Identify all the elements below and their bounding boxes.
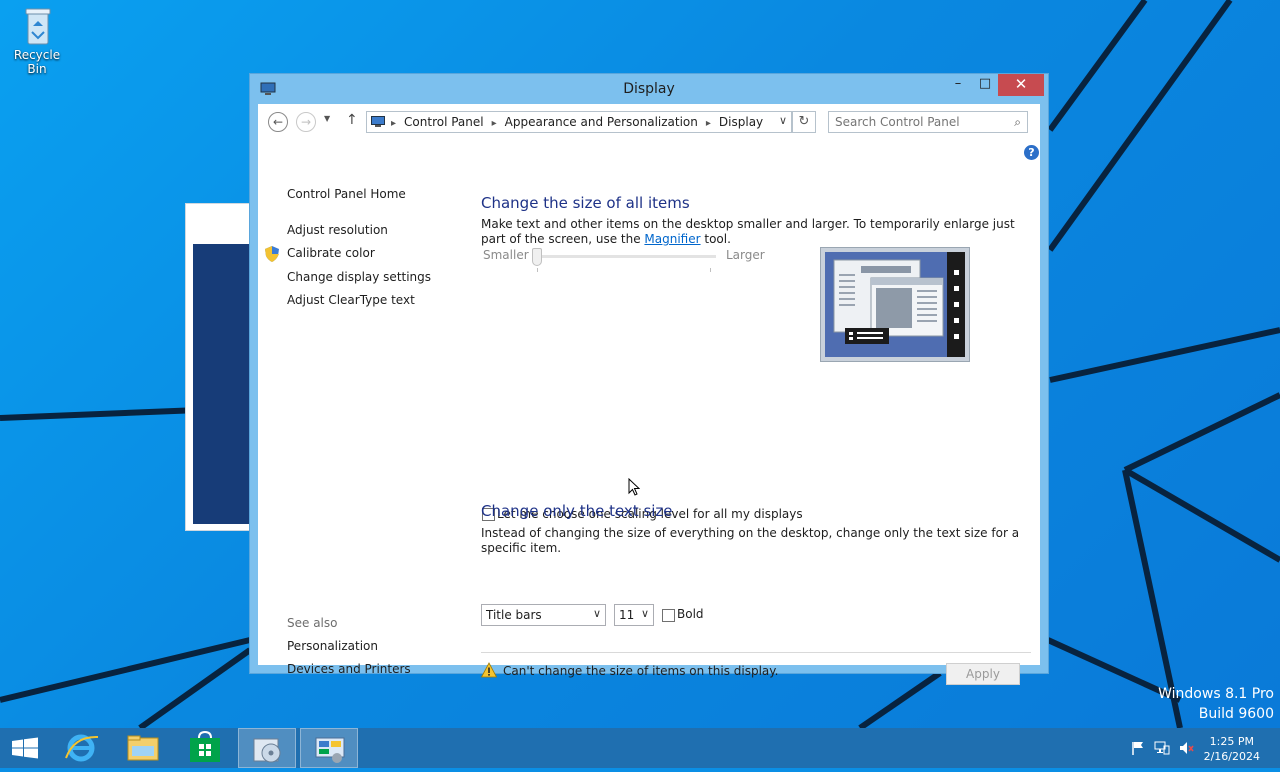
action-center-flag-icon[interactable] <box>1130 740 1146 756</box>
apply-button[interactable]: Apply <box>946 663 1020 685</box>
back-button[interactable]: ← <box>268 112 288 132</box>
text-item-select-value: Title bars <box>486 608 542 622</box>
size-description: Make text and other items on the desktop… <box>481 217 1021 247</box>
search-icon[interactable]: ⌕ <box>1014 115 1021 130</box>
navigation-bar: ← → ▼ ↑ ▸ Control Panel ▸ Appearance and Pe… <box>258 104 1040 142</box>
sidebar-adjust-cleartype[interactable]: Adjust ClearType text <box>287 293 415 307</box>
sidebar-control-panel-home[interactable]: Control Panel Home <box>287 187 406 201</box>
clock-date: 2/16/2024 <box>1203 750 1260 763</box>
refresh-button[interactable]: ↻ <box>792 111 816 133</box>
control-panel-icon <box>315 737 345 763</box>
up-button[interactable]: ↑ <box>346 112 358 128</box>
internet-explorer-icon <box>65 734 99 762</box>
slider-max-label: Larger <box>726 248 765 262</box>
taskbar-internet-explorer[interactable] <box>52 728 110 768</box>
search-input[interactable] <box>835 115 1003 129</box>
address-dropdown-button[interactable]: ∨ <box>779 114 787 127</box>
maximize-button[interactable]: □ <box>970 74 1000 96</box>
display-window: Display – □ ✕ ← → ▼ ↑ ▸ Control Panel ▸ App… <box>250 74 1048 685</box>
help-icon[interactable]: ? <box>1024 145 1039 160</box>
system-clock[interactable]: 1:25 PM 2/16/2024 <box>1204 734 1260 764</box>
store-icon <box>190 730 220 762</box>
shield-icon <box>265 246 279 262</box>
font-size-select[interactable]: 11 ∨ <box>614 604 654 626</box>
sidebar-adjust-resolution[interactable]: Adjust resolution <box>287 223 388 237</box>
breadcrumb-separator[interactable]: ▸ <box>492 118 497 129</box>
address-bar[interactable]: ▸ Control Panel ▸ Appearance and Personaliz… <box>366 111 792 133</box>
text-item-select[interactable]: Title bars ∨ <box>481 604 606 626</box>
clock-time: 1:25 PM <box>1209 735 1254 748</box>
chevron-down-icon: ∨ <box>592 607 601 620</box>
scaling-slider-thumb[interactable] <box>532 248 542 266</box>
size-description-tail: tool. <box>700 232 731 246</box>
setup-disc-icon <box>253 738 281 763</box>
slider-tick <box>710 268 711 272</box>
search-box[interactable]: ⌕ <box>828 111 1028 133</box>
scaling-slider-track[interactable] <box>535 255 716 258</box>
breadcrumb-appearance[interactable]: Appearance and Personalization <box>505 115 698 129</box>
network-icon[interactable] <box>1154 740 1170 756</box>
title-bar[interactable]: Display – □ ✕ <box>250 74 1048 104</box>
volume-muted-icon[interactable] <box>1178 740 1194 756</box>
breadcrumb-separator[interactable]: ▸ <box>706 118 711 129</box>
display-preview-image <box>820 247 970 362</box>
control-panel-icon <box>371 116 385 127</box>
see-also-devices-printers[interactable]: Devices and Printers <box>287 662 411 676</box>
start-icon <box>12 737 38 759</box>
taskbar-setup[interactable] <box>238 728 296 768</box>
chevron-down-icon: ∨ <box>640 607 649 620</box>
sidebar-calibrate-color[interactable]: Calibrate color <box>287 246 375 260</box>
recycle-bin-label: Recycle Bin <box>13 48 61 76</box>
slider-tick <box>537 268 538 272</box>
section-divider <box>481 652 1031 653</box>
mouse-cursor-icon <box>628 478 640 496</box>
bold-label[interactable]: Bold <box>677 607 704 621</box>
breadcrumb-control-panel[interactable]: Control Panel <box>404 115 484 129</box>
bold-checkbox[interactable] <box>662 609 675 622</box>
taskbar-file-explorer[interactable] <box>114 728 172 768</box>
text-size-description: Instead of changing the size of everythi… <box>481 526 1020 555</box>
sidebar-change-display-settings[interactable]: Change display settings <box>287 270 431 284</box>
breadcrumb-display[interactable]: Display <box>719 115 763 129</box>
window-client-area: ← → ▼ ↑ ▸ Control Panel ▸ Appearance and Pe… <box>258 104 1040 685</box>
taskbar-store[interactable] <box>176 728 234 768</box>
watermark-build: Build 9600 <box>1198 706 1274 722</box>
text-size-heading: Change only the text size <box>481 502 673 520</box>
magnifier-link[interactable]: Magnifier <box>644 232 700 246</box>
recycle-bin[interactable]: Recycle Bin <box>4 6 70 76</box>
warning-message: Can't change the size of items on this d… <box>503 664 779 678</box>
start-button[interactable] <box>0 728 58 768</box>
background-window-content <box>193 244 256 524</box>
size-heading: Change the size of all items <box>481 194 690 212</box>
breadcrumb-separator: ▸ <box>391 118 397 129</box>
background-window[interactable] <box>185 203 257 531</box>
taskbar-control-panel[interactable] <box>300 728 358 768</box>
minimize-button[interactable]: – <box>943 74 973 96</box>
os-watermark: Windows 8.1 Pro Build 9600 <box>1158 684 1274 724</box>
see-also-heading: See also <box>287 616 338 630</box>
size-description-text: Make text and other items on the desktop… <box>481 217 1015 246</box>
see-also-personalization[interactable]: Personalization <box>287 639 378 653</box>
file-explorer-icon <box>127 735 159 761</box>
breadcrumb: ▸ Control Panel ▸ Appearance and Personaliz… <box>391 115 763 129</box>
warning-icon <box>481 662 497 678</box>
forward-button[interactable]: → <box>296 112 316 132</box>
close-button[interactable]: ✕ <box>998 74 1044 96</box>
window-title: Display <box>623 81 675 97</box>
recycle-bin-icon <box>21 6 53 46</box>
font-size-select-value: 11 <box>619 608 635 622</box>
recent-locations-button[interactable]: ▼ <box>324 114 330 123</box>
taskbar: 1:25 PM 2/16/2024 <box>0 728 1280 768</box>
slider-min-label: Smaller <box>483 248 529 262</box>
watermark-edition: Windows 8.1 Pro <box>1158 686 1274 702</box>
